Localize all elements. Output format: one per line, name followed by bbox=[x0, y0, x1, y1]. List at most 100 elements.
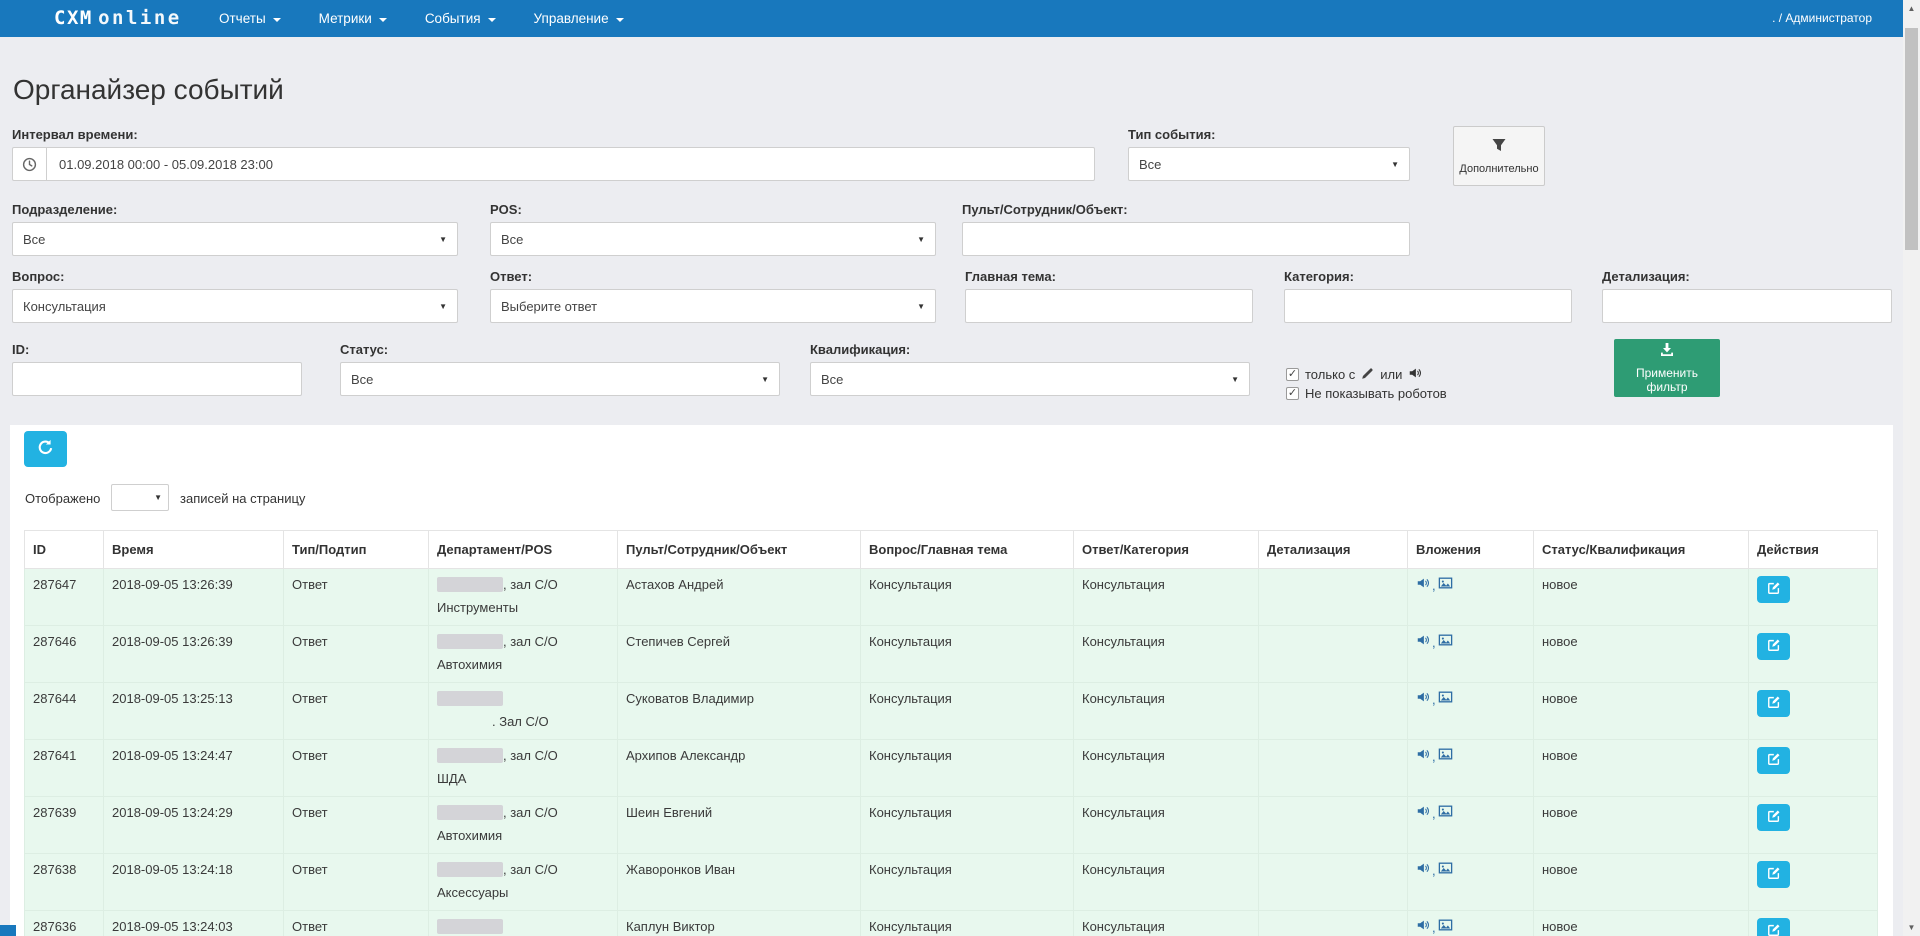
image-attachment-icon[interactable] bbox=[1438, 918, 1453, 936]
cell-type: Ответ bbox=[284, 683, 429, 740]
select-arrow-icon: ▼ bbox=[917, 302, 925, 311]
pos-select[interactable]: Все ▼ bbox=[490, 222, 936, 256]
department-line2: . Зал С/О bbox=[437, 713, 609, 730]
audio-attachment-icon[interactable] bbox=[1416, 690, 1430, 708]
audio-attachment-icon[interactable] bbox=[1416, 633, 1430, 651]
image-attachment-icon[interactable] bbox=[1438, 747, 1453, 765]
edit-icon bbox=[1767, 581, 1781, 598]
cell-person: Степичев Сергей bbox=[618, 626, 861, 683]
cell-status: новое bbox=[1534, 740, 1749, 797]
department-after: , зал С/О bbox=[503, 634, 558, 649]
menu-events-label: События bbox=[425, 11, 481, 26]
caret-down-icon bbox=[488, 18, 496, 22]
image-attachment-icon[interactable] bbox=[1438, 804, 1453, 822]
image-attachment-icon[interactable] bbox=[1438, 633, 1453, 651]
image-attachment-icon[interactable] bbox=[1438, 861, 1453, 879]
cell-department: , зал С/О Автохимия bbox=[429, 626, 618, 683]
cell-time: 2018-09-05 13:26:39 bbox=[104, 626, 284, 683]
edit-icon bbox=[1767, 695, 1781, 712]
table-header-row: IDВремяТип/ПодтипДепартамент/POSПульт/Со… bbox=[25, 531, 1878, 569]
table-row: 287647 2018-09-05 13:26:39 Ответ , зал С… bbox=[25, 569, 1878, 626]
cell-attachments: , bbox=[1408, 569, 1534, 626]
scroll-up-icon[interactable]: ▲ bbox=[1903, 0, 1920, 17]
department-line2: Автохимия bbox=[437, 656, 609, 673]
audio-attachment-icon[interactable] bbox=[1416, 918, 1430, 936]
menu-management[interactable]: Управление bbox=[515, 0, 643, 37]
status-select[interactable]: Все ▼ bbox=[340, 362, 780, 396]
edit-event-button[interactable] bbox=[1757, 861, 1790, 888]
detail-input[interactable] bbox=[1602, 289, 1892, 323]
menu-events[interactable]: События bbox=[406, 0, 515, 37]
cell-type: Ответ bbox=[284, 569, 429, 626]
interval-label: Интервал времени: bbox=[12, 127, 138, 142]
qualification-select[interactable]: Все ▼ bbox=[810, 362, 1250, 396]
clock-icon[interactable] bbox=[13, 148, 47, 180]
edit-icon bbox=[1767, 809, 1781, 826]
media-only-conjunction: или bbox=[1380, 367, 1402, 382]
division-value: Все bbox=[23, 232, 45, 247]
device-input[interactable] bbox=[962, 222, 1410, 256]
table-row: 287638 2018-09-05 13:24:18 Ответ , зал С… bbox=[25, 854, 1878, 911]
attachment-separator: , bbox=[1432, 919, 1436, 936]
refresh-button[interactable] bbox=[24, 431, 67, 467]
select-arrow-icon: ▼ bbox=[439, 235, 447, 244]
event-type-select[interactable]: Все ▼ bbox=[1128, 147, 1410, 181]
page-size-select[interactable]: ▼ bbox=[111, 484, 169, 511]
events-panel: Отображено ▼ записей на страницу IDВремя… bbox=[10, 425, 1893, 936]
menu-reports[interactable]: Отчеты bbox=[200, 0, 300, 37]
additional-filters-button[interactable]: Дополнительно bbox=[1453, 126, 1545, 186]
cell-id: 287639 bbox=[25, 797, 104, 854]
edit-event-button[interactable] bbox=[1757, 804, 1790, 831]
image-attachment-icon[interactable] bbox=[1438, 690, 1453, 708]
cell-actions bbox=[1749, 797, 1878, 854]
edit-icon bbox=[1767, 752, 1781, 769]
hide-robots-checkbox[interactable]: ✓ bbox=[1286, 387, 1299, 400]
edit-event-button[interactable] bbox=[1757, 576, 1790, 603]
audio-attachment-icon[interactable] bbox=[1416, 804, 1430, 822]
status-label: Статус: bbox=[340, 342, 388, 357]
column-header: Вложения bbox=[1408, 531, 1534, 569]
media-only-checkbox[interactable]: ✓ bbox=[1286, 368, 1299, 381]
interval-input[interactable] bbox=[47, 148, 1094, 180]
detail-label: Детализация: bbox=[1602, 269, 1690, 284]
department-after: , зал С/О bbox=[503, 748, 558, 763]
edit-event-button[interactable] bbox=[1757, 633, 1790, 660]
image-attachment-icon[interactable] bbox=[1438, 576, 1453, 594]
event-type-label: Тип события: bbox=[1128, 127, 1215, 142]
scrollbar-thumb[interactable] bbox=[1905, 28, 1918, 250]
cell-detail bbox=[1259, 740, 1408, 797]
edit-event-button[interactable] bbox=[1757, 747, 1790, 774]
question-select[interactable]: Консультация ▼ bbox=[12, 289, 458, 323]
category-input[interactable] bbox=[1284, 289, 1572, 323]
scroll-down-icon[interactable]: ▼ bbox=[1903, 919, 1920, 936]
edit-event-button[interactable] bbox=[1757, 918, 1790, 936]
menu-metrics[interactable]: Метрики bbox=[300, 0, 406, 37]
hide-robots-checkbox-row[interactable]: ✓ Не показывать роботов bbox=[1286, 386, 1447, 401]
division-label: Подразделение: bbox=[12, 202, 117, 217]
cell-department bbox=[429, 911, 618, 936]
vertical-scrollbar[interactable]: ▲ ▼ bbox=[1903, 0, 1920, 936]
audio-attachment-icon[interactable] bbox=[1416, 861, 1430, 879]
main-topic-input[interactable] bbox=[965, 289, 1253, 323]
cell-answer: Консультация bbox=[1074, 740, 1259, 797]
table-body: 287647 2018-09-05 13:26:39 Ответ , зал С… bbox=[25, 569, 1878, 936]
media-only-checkbox-row[interactable]: ✓ только с или bbox=[1286, 366, 1422, 383]
column-header: Действия bbox=[1749, 531, 1878, 569]
audio-attachment-icon[interactable] bbox=[1416, 576, 1430, 594]
audio-attachment-icon[interactable] bbox=[1416, 747, 1430, 765]
column-header: Детализация bbox=[1259, 531, 1408, 569]
answer-label: Ответ: bbox=[490, 269, 532, 284]
attachment-separator: , bbox=[1432, 805, 1436, 822]
edit-event-button[interactable] bbox=[1757, 690, 1790, 717]
cell-person: Архипов Александр bbox=[618, 740, 861, 797]
answer-select[interactable]: Выберите ответ ▼ bbox=[490, 289, 936, 323]
user-menu[interactable]: . / Администратор bbox=[1772, 11, 1872, 25]
cell-time: 2018-09-05 13:24:47 bbox=[104, 740, 284, 797]
logo[interactable]: CXM online bbox=[54, 7, 182, 30]
apply-filter-button[interactable]: Применить фильтр bbox=[1614, 339, 1720, 397]
cell-question: Консультация bbox=[861, 740, 1074, 797]
cell-actions bbox=[1749, 911, 1878, 936]
redacted-department bbox=[437, 805, 503, 820]
division-select[interactable]: Все ▼ bbox=[12, 222, 458, 256]
id-input[interactable] bbox=[12, 362, 302, 396]
